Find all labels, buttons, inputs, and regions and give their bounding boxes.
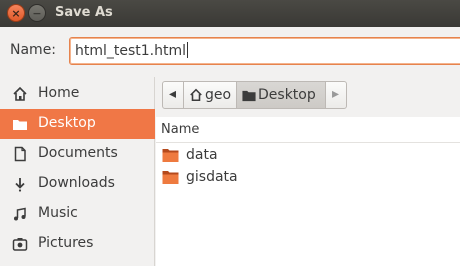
list-item[interactable]: gisdata <box>156 167 460 189</box>
sidebar-item-label: Pictures <box>38 235 94 251</box>
text-caret <box>187 42 189 58</box>
column-header-name[interactable]: Name <box>156 117 460 143</box>
path-segment-desktop[interactable]: Desktop <box>236 81 326 109</box>
music-icon <box>14 207 26 221</box>
file-name: gisdata <box>186 169 238 185</box>
folder-icon <box>162 171 179 184</box>
filename-input[interactable]: html_test1.html <box>69 37 460 65</box>
minimize-button[interactable]: − <box>28 4 46 22</box>
sidebar-item-label: Documents <box>38 145 118 161</box>
download-icon <box>15 178 25 192</box>
title-bar: × − Save As <box>0 0 460 27</box>
path-segment-label: Desktop <box>258 87 316 103</box>
sidebar-item-label: Downloads <box>38 175 115 191</box>
path-segment-label: geo <box>205 87 232 103</box>
name-row: Name: html_test1.html <box>0 27 460 77</box>
folder-icon <box>162 149 179 162</box>
path-scroll-right-button[interactable]: ▸ <box>325 81 347 109</box>
sidebar-item-documents[interactable]: Documents <box>0 139 155 169</box>
home-icon <box>190 88 202 102</box>
sidebar-item-music[interactable]: Music <box>0 199 155 229</box>
sidebar-item-label: Desktop <box>38 115 96 131</box>
sidebar-item-pictures[interactable]: Pictures <box>0 229 155 259</box>
sidebar-item-home[interactable]: Home <box>0 79 155 109</box>
home-icon <box>13 86 27 101</box>
window-title: Save As <box>55 5 113 20</box>
document-icon <box>14 146 26 162</box>
file-list: Name data gisdata <box>156 117 460 266</box>
filename-value: html_test1.html <box>75 43 187 59</box>
sidebar-item-desktop[interactable]: Desktop <box>0 109 155 139</box>
pictures-icon <box>12 238 28 251</box>
sidebar-item-label: Music <box>38 205 78 221</box>
path-segment-geo[interactable]: geo <box>183 81 237 109</box>
file-chooser-main: ◂ geo Desktop ▸ Name data gisdata <box>156 77 460 266</box>
sidebar-item-label: Home <box>38 85 80 101</box>
path-scroll-left-button[interactable]: ◂ <box>162 81 184 109</box>
chevron-right-icon: ▸ <box>332 86 340 102</box>
close-button[interactable]: × <box>7 4 25 22</box>
folder-icon <box>242 90 256 102</box>
file-name: data <box>186 147 218 163</box>
folder-icon <box>13 120 27 130</box>
column-header-label: Name <box>161 122 200 137</box>
sidebar-item-downloads[interactable]: Downloads <box>0 169 155 199</box>
chevron-left-icon: ◂ <box>169 86 177 102</box>
list-item[interactable]: data <box>156 145 460 167</box>
name-label: Name: <box>10 42 57 58</box>
places-sidebar: Home Desktop Documents Downloads Music P… <box>0 77 155 266</box>
